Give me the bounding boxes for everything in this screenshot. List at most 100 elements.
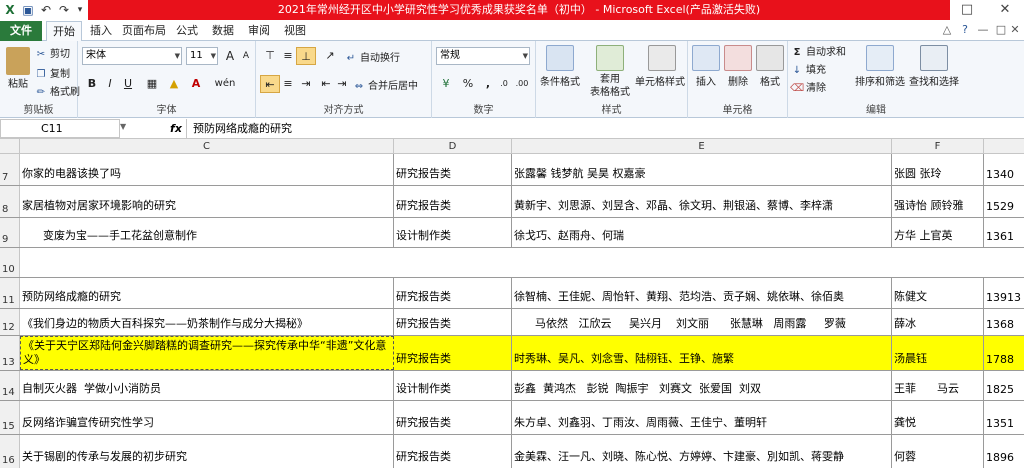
underline-button[interactable]: U [118,75,138,93]
clear-button[interactable]: ⌫ 清除 [790,79,826,95]
cell-g[interactable]: 1351 [984,401,1024,434]
insert-cells-button[interactable]: 插入 [688,73,724,88]
cell-e[interactable]: 时秀琳、吴凡、刘念雪、陆栩钰、王铮、施繁 [512,336,892,370]
cell-f[interactable]: 何蓉 [892,435,984,468]
align-middle-icon[interactable]: ≡ [278,47,298,65]
name-box-dropdown-icon[interactable]: ▼ [120,122,126,131]
row-header[interactable]: 14 [0,371,20,400]
tab-data[interactable]: 数据 [208,21,238,41]
empty-row-cell[interactable] [20,248,1024,277]
format-painter-button[interactable]: ✏ 格式刷 [34,83,80,99]
row-header[interactable]: 13 [0,336,20,370]
increase-decimal-icon[interactable]: .0 [494,75,514,93]
cell-f[interactable]: 龚悦 [892,401,984,434]
cell-g[interactable]: 13913 [984,278,1024,308]
cell-d[interactable]: 研究报告类 [394,186,512,217]
font-size-combo[interactable]: 11 ▼ [186,47,218,65]
cell-d[interactable]: 研究报告类 [394,278,512,308]
cell-e[interactable]: 徐戈巧、赵雨舟、何瑞 [512,218,892,247]
cell-d[interactable]: 设计制作类 [394,371,512,400]
number-format-combo[interactable]: 常规 ▼ [436,47,530,65]
cell-g[interactable]: 1825 [984,371,1024,400]
cell-g[interactable]: 1788 [984,336,1024,370]
cell-e[interactable]: 金美霖、汪一凡、刘晓、陈心悦、方婷婷、卞建豪、別如凯、蒋雯静 [512,435,892,468]
cell-d[interactable]: 研究报告类 [394,154,512,185]
column-header-c[interactable]: C [20,139,394,154]
currency-icon[interactable]: ¥ [436,75,456,93]
font-color-icon[interactable]: A [186,75,206,93]
cell-d[interactable]: 研究报告类 [394,435,512,468]
cell-g[interactable]: 1529 [984,186,1024,217]
cell-c[interactable]: 你家的电器该换了吗 [20,154,394,185]
paste-button[interactable]: 粘贴 [2,75,34,90]
align-top-icon[interactable]: ⊤ [260,47,280,65]
tab-insert[interactable]: 插入 [84,21,118,41]
minimize-ribbon-icon[interactable]: △ [940,23,954,37]
row-header[interactable]: 15 [0,401,20,434]
decrease-decimal-icon[interactable]: .00 [512,75,532,93]
cell-c[interactable]: 《关于天宁区郑陆何金兴脚踏糕的调查研究——探究传承中华“非遗”文化意义》 [20,336,394,370]
cell-g[interactable]: 1340 [984,154,1024,185]
wrap-text-button[interactable]: ↵ 自动换行 [344,49,400,65]
window-minimize-icon[interactable]: — [976,23,990,37]
row-header[interactable]: 9 [0,218,20,247]
row-header[interactable]: 7 [0,154,20,185]
delete-cells-icon[interactable] [724,45,752,71]
cell-f[interactable]: 方华 上官英 [892,218,984,247]
tab-file[interactable]: 文件 [0,21,42,41]
cell-f[interactable]: 张圆 张玲 [892,154,984,185]
cell-f[interactable]: 强诗怡 顾铃雅 [892,186,984,217]
cell-c[interactable]: 预防网络成瘾的研究 [20,278,394,308]
cell-f[interactable]: 薛冰 [892,309,984,335]
cell-e[interactable]: 徐智楠、王佳妮、周怡轩、黄翔、范均浩、贡子娴、姚依琳、徐佰奥 [512,278,892,308]
cell-c[interactable]: 《我们身边的物质大百科探究——奶茶制作与成分大揭秘》 [20,309,394,335]
tab-review[interactable]: 审阅 [244,21,274,41]
cell-c[interactable]: 自制灭火器 学做小小消防员 [20,371,394,400]
align-center-icon[interactable]: ≡ [278,75,298,93]
close-icon[interactable]: ✕ [988,0,1022,20]
row-header[interactable]: 10 [0,248,20,277]
redo-icon[interactable]: ↷ [56,2,72,18]
select-all-corner[interactable] [0,139,20,154]
tab-page-layout[interactable]: 页面布局 [120,21,168,41]
formula-input[interactable]: 预防网络成瘾的研究 [186,119,1024,138]
column-header-g[interactable] [984,139,1024,154]
window-close-icon[interactable]: ✕ [1008,23,1022,37]
cell-f[interactable]: 汤晨钰 [892,336,984,370]
sort-filter-button[interactable]: 排序和筛选 [850,73,910,88]
row-header[interactable]: 11 [0,278,20,308]
cell-f[interactable]: 王菲 马云 [892,371,984,400]
cell-d[interactable]: 研究报告类 [394,336,512,370]
column-header-e[interactable]: E [512,139,892,154]
cell-f[interactable]: 陈健文 [892,278,984,308]
save-icon[interactable]: ▣ [20,2,36,18]
cell-d[interactable]: 研究报告类 [394,401,512,434]
decrease-font-icon[interactable]: A [236,47,256,65]
column-header-f[interactable]: F [892,139,984,154]
cell-c[interactable]: 反网络诈骗宣传研究性学习 [20,401,394,434]
cell-e[interactable]: 马依然 江欣云 吴兴月 刘文丽 张慧琳 周雨露 罗薇 [512,309,892,335]
cell-styles-button[interactable]: 单元格样式 [630,73,690,88]
bold-button[interactable]: B [82,75,102,93]
merge-center-button[interactable]: ⇔ 合并后居中 [352,77,418,93]
insert-cells-icon[interactable] [692,45,720,71]
increase-indent-icon[interactable]: ⇥ [332,75,352,93]
format-cells-icon[interactable] [756,45,784,71]
cell-c[interactable]: 变废为宝——手工花盆创意制作 [20,218,394,247]
format-as-table-icon[interactable] [596,45,624,71]
format-cells-button[interactable]: 格式 [752,73,788,88]
delete-cells-button[interactable]: 删除 [720,73,756,88]
sort-filter-icon[interactable] [866,45,894,71]
cell-g[interactable]: 1361 [984,218,1024,247]
cell-c[interactable]: 关于锡剧的传承与发展的初步研究 [20,435,394,468]
column-header-d[interactable]: D [394,139,512,154]
cell-e[interactable]: 朱方卓、刘鑫羽、丁雨汝、周雨薇、王佳宁、董明轩 [512,401,892,434]
fill-color-icon[interactable]: ▲ [164,75,184,93]
font-name-combo[interactable]: 宋体 ▼ [82,47,182,65]
find-select-button[interactable]: 查找和选择 [904,73,964,88]
window-restore-icon[interactable]: □ [994,23,1008,37]
conditional-format-button[interactable]: 条件格式 [536,73,584,88]
restore-icon[interactable]: □ [950,0,984,20]
copy-button[interactable]: ❐ 复制 [34,65,70,81]
name-box[interactable]: C11 [0,119,120,138]
